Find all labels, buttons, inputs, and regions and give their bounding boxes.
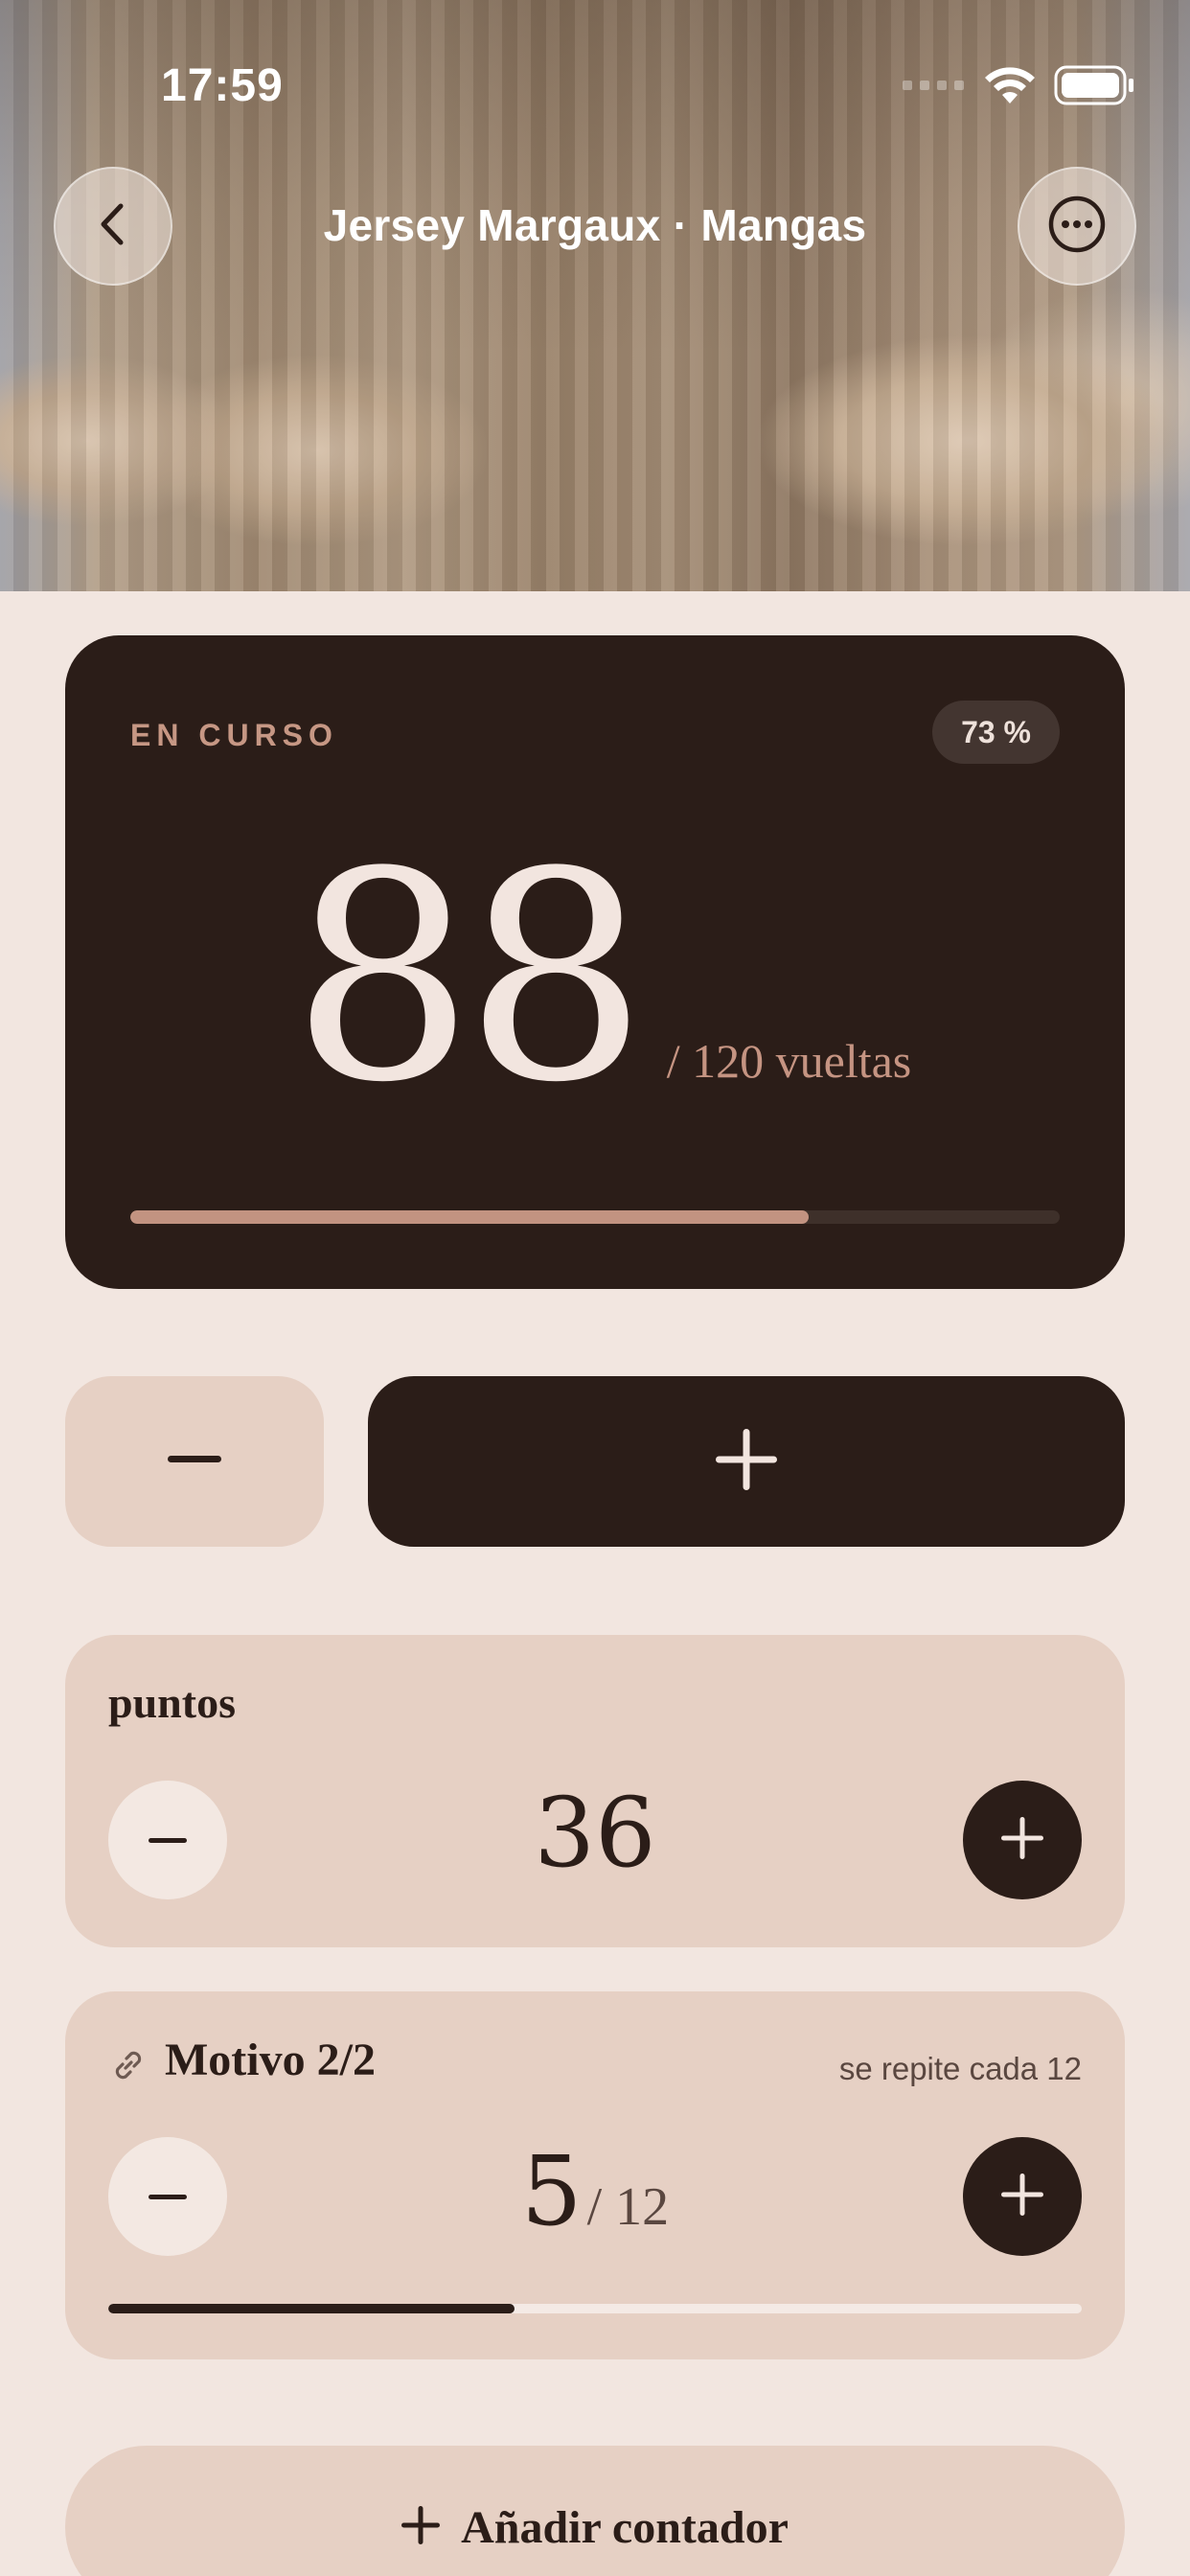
- page-title: Jersey Margaux · Mangas: [323, 200, 867, 250]
- increment-row-button[interactable]: [368, 1376, 1125, 1547]
- pattern-increment-button[interactable]: [963, 2137, 1082, 2256]
- percent-badge: 73 %: [932, 701, 1060, 764]
- main-counter-card: EN CURSO 73 % 88 / 120 vueltas: [65, 635, 1125, 1289]
- row-count: 88 / 120 vueltas: [291, 835, 911, 1122]
- repeat-note: se repite cada 12: [838, 2051, 1082, 2086]
- wifi-icon: [983, 65, 1037, 110]
- status-icons: [903, 65, 1134, 110]
- pattern-count-value: 5: [520, 2135, 583, 2247]
- plus-icon: [401, 2505, 441, 2549]
- rows-progress-bar: [130, 1210, 1060, 1224]
- more-button[interactable]: [1018, 167, 1136, 286]
- signal-icon: [903, 79, 966, 97]
- plus-icon: [716, 1428, 777, 1495]
- plus-icon: [1001, 2173, 1043, 2220]
- plus-icon: [1001, 1816, 1043, 1864]
- status-time: 17:59: [161, 60, 284, 111]
- pattern-counter-card: Motivo 2/2 se repite cada 12 5 / 12: [65, 1991, 1125, 2359]
- counter-name: puntos: [108, 1678, 236, 1727]
- add-counter-label: Añadir contador: [461, 2501, 789, 2553]
- pattern-count-total: / 12: [586, 2177, 670, 2237]
- ellipsis-circle-icon: [1047, 195, 1107, 259]
- rows-progress-fill: [130, 1210, 810, 1224]
- status-label: EN CURSO: [130, 718, 338, 752]
- total-rows-label: / 120 vueltas: [666, 1034, 912, 1088]
- decrement-row-button[interactable]: [65, 1376, 324, 1547]
- battery-icon: [1054, 65, 1134, 110]
- add-counter-button[interactable]: Añadir contador: [65, 2446, 1125, 2576]
- stitch-counter-card: puntos 36: [65, 1635, 1125, 1947]
- pattern-progress-bar: [108, 2304, 1082, 2313]
- counter-name: Motivo 2/2: [165, 2035, 376, 2085]
- minus-icon: [168, 1453, 221, 1470]
- pattern-progress-fill: [108, 2304, 515, 2313]
- stitch-increment-button[interactable]: [963, 1781, 1082, 1899]
- current-row-value: 88: [291, 811, 648, 1145]
- link-icon: [108, 2045, 149, 2090]
